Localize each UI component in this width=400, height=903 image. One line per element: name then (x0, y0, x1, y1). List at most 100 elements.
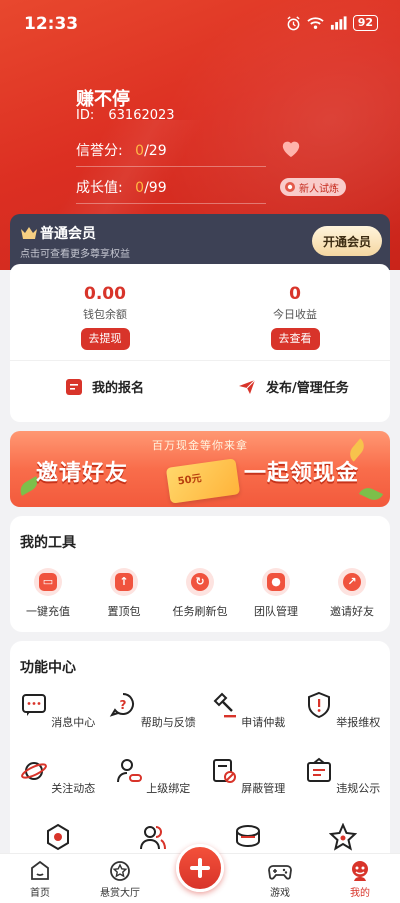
banner-top-text: 百万现金等你来拿 (152, 439, 248, 452)
func-follow-updates[interactable]: 关注动态 (10, 757, 105, 796)
func-violation-notice[interactable]: 违规公示 (295, 757, 390, 796)
nav-mine[interactable]: 我的 (320, 860, 400, 899)
func-label: 消息中心 (51, 716, 96, 729)
star-outline-icon[interactable] (329, 823, 357, 851)
tool-label: 一键充值 (26, 605, 70, 618)
growth-value-row[interactable]: 成长值: 0/99 (76, 177, 266, 204)
gavel-icon (213, 692, 236, 718)
nav-label: 首页 (30, 888, 50, 899)
nav-label: 游戏 (270, 888, 290, 899)
crown-icon (21, 227, 37, 239)
team-icon: ● (262, 568, 290, 596)
my-signups-link[interactable]: 我的报名 (66, 377, 144, 396)
refresh-icon: ↻ (186, 568, 214, 596)
wallet-card: 0.00 钱包余额 去提现 0 今日收益 去查看 我的报名 发布/管理任务 (10, 264, 390, 422)
leaf-decoration (358, 484, 384, 504)
func-label: 屏蔽管理 (241, 782, 286, 795)
nav-label: 我的 (350, 888, 370, 899)
tool-invite-friends[interactable]: ↗ 邀请好友 (314, 568, 390, 619)
open-membership-button[interactable]: 开通会员 (312, 226, 382, 256)
pin-top-icon: ↑ (110, 568, 138, 596)
nav-home[interactable]: 首页 (0, 860, 80, 899)
func-label: 违规公示 (336, 782, 381, 795)
tool-label: 任务刷新包 (172, 605, 228, 618)
svg-text:?: ? (120, 698, 127, 712)
publish-tasks-label: 发布/管理任务 (266, 381, 349, 396)
database-icon[interactable] (234, 823, 262, 851)
send-icon (239, 379, 256, 394)
star-icon (110, 861, 130, 881)
message-icon (21, 694, 46, 716)
plus-icon (190, 858, 210, 878)
tool-label: 邀请好友 (330, 605, 374, 618)
publish-plus-button[interactable] (176, 844, 224, 892)
tool-team-management[interactable]: ● 团队管理 (238, 568, 314, 619)
growth-total: /99 (144, 180, 167, 196)
planet-icon (20, 762, 47, 780)
withdraw-button[interactable]: 去提现 (80, 328, 130, 350)
func-label: 关注动态 (51, 782, 96, 795)
signal-icon (330, 16, 347, 30)
func-block-management[interactable]: 屏蔽管理 (200, 757, 295, 796)
today-earnings-label: 今日收益 (273, 308, 317, 321)
vip-membership-bar[interactable]: 普通会员 点击可查看更多尊享权益 开通会员 (10, 214, 390, 270)
section-title: 功能中心 (20, 660, 76, 676)
my-signups-label: 我的报名 (92, 381, 145, 396)
newbie-trial-badge[interactable]: 新人试炼 (280, 178, 346, 196)
divider (10, 360, 390, 361)
hexagon-icon[interactable] (44, 823, 72, 851)
tool-pin-top[interactable]: ↑ 置顶包 (86, 568, 162, 619)
banner-right-text: 一起领现金 (244, 461, 360, 486)
function-center-card: 功能中心 消息中心 ? 帮助与反馈 申请仲裁 举报维权 关注动态 上级绑定 屏蔽… (10, 641, 390, 871)
status-time: 12:33 (24, 14, 79, 34)
recharge-icon: ▭ (34, 568, 62, 596)
vip-title-label: 普通会员 (40, 226, 96, 242)
users-icon[interactable] (139, 823, 167, 851)
user-id-label: ID: (76, 108, 95, 123)
view-earnings-button[interactable]: 去查看 (270, 328, 320, 350)
tool-refresh-pack[interactable]: ↻ 任务刷新包 (162, 568, 238, 619)
wallet-balance: 0.00 钱包余额 去提现 (10, 284, 200, 350)
list-icon (66, 378, 82, 395)
func-arbitration[interactable]: 申请仲裁 (200, 691, 295, 730)
newbie-badge-label: 新人试炼 (299, 183, 339, 195)
bottom-navigation: 首页 悬赏大厅 游戏 我的 (0, 844, 400, 903)
func-report-rights[interactable]: 举报维权 (295, 691, 390, 730)
credit-score-row[interactable]: 信誉分: 0/29 (76, 140, 266, 167)
share-icon: ↗ (338, 568, 366, 596)
heart-icon[interactable] (280, 138, 302, 158)
coupon-amount: 50元 (177, 473, 203, 488)
nav-games[interactable]: 游戏 (240, 860, 320, 899)
notice-board-icon (306, 757, 331, 782)
tool-label: 置顶包 (107, 605, 141, 618)
help-icon: ? (110, 693, 135, 717)
tool-recharge[interactable]: ▭ 一键充值 (10, 568, 86, 619)
func-label: 上级绑定 (146, 782, 191, 795)
publish-tasks-link[interactable]: 发布/管理任务 (238, 377, 349, 396)
cash-coupon-image: 50元 (165, 458, 241, 504)
block-doc-icon (212, 759, 236, 783)
func-label: 帮助与反馈 (140, 716, 196, 729)
credit-label: 信誉分: (76, 143, 123, 159)
func-label: 申请仲裁 (241, 716, 286, 729)
func-bind-superior[interactable]: 上级绑定 (105, 757, 200, 796)
user-link-icon (116, 759, 142, 783)
growth-label: 成长值: (76, 180, 123, 196)
banner-left-text: 邀请好友 (36, 461, 129, 486)
section-title: 我的工具 (20, 535, 76, 551)
func-message-center[interactable]: 消息中心 (10, 691, 105, 730)
today-earnings-value: 0 (289, 284, 301, 304)
func-help-feedback[interactable]: ? 帮助与反馈 (105, 691, 200, 730)
growth-value: 0 (135, 180, 145, 196)
gamepad-icon (268, 865, 292, 880)
invite-banner[interactable]: 百万现金等你来拿 邀请好友 50元 一起领现金 (10, 431, 390, 507)
nav-reward-hall[interactable]: 悬赏大厅 (80, 860, 160, 899)
wifi-icon (307, 17, 324, 29)
vip-title: 普通会员 (20, 223, 96, 243)
vip-subtitle: 点击可查看更多尊享权益 (20, 249, 130, 260)
credit-value: 0 (135, 143, 145, 159)
my-tools-card: 我的工具 ▭ 一键充值 ↑ 置顶包 ↻ 任务刷新包 ● 团队管理 ↗ 邀请好友 (10, 516, 390, 632)
battery-indicator: 92 (352, 15, 378, 31)
user-id: ID: 63162023 (76, 108, 175, 123)
alarm-icon (287, 15, 300, 30)
